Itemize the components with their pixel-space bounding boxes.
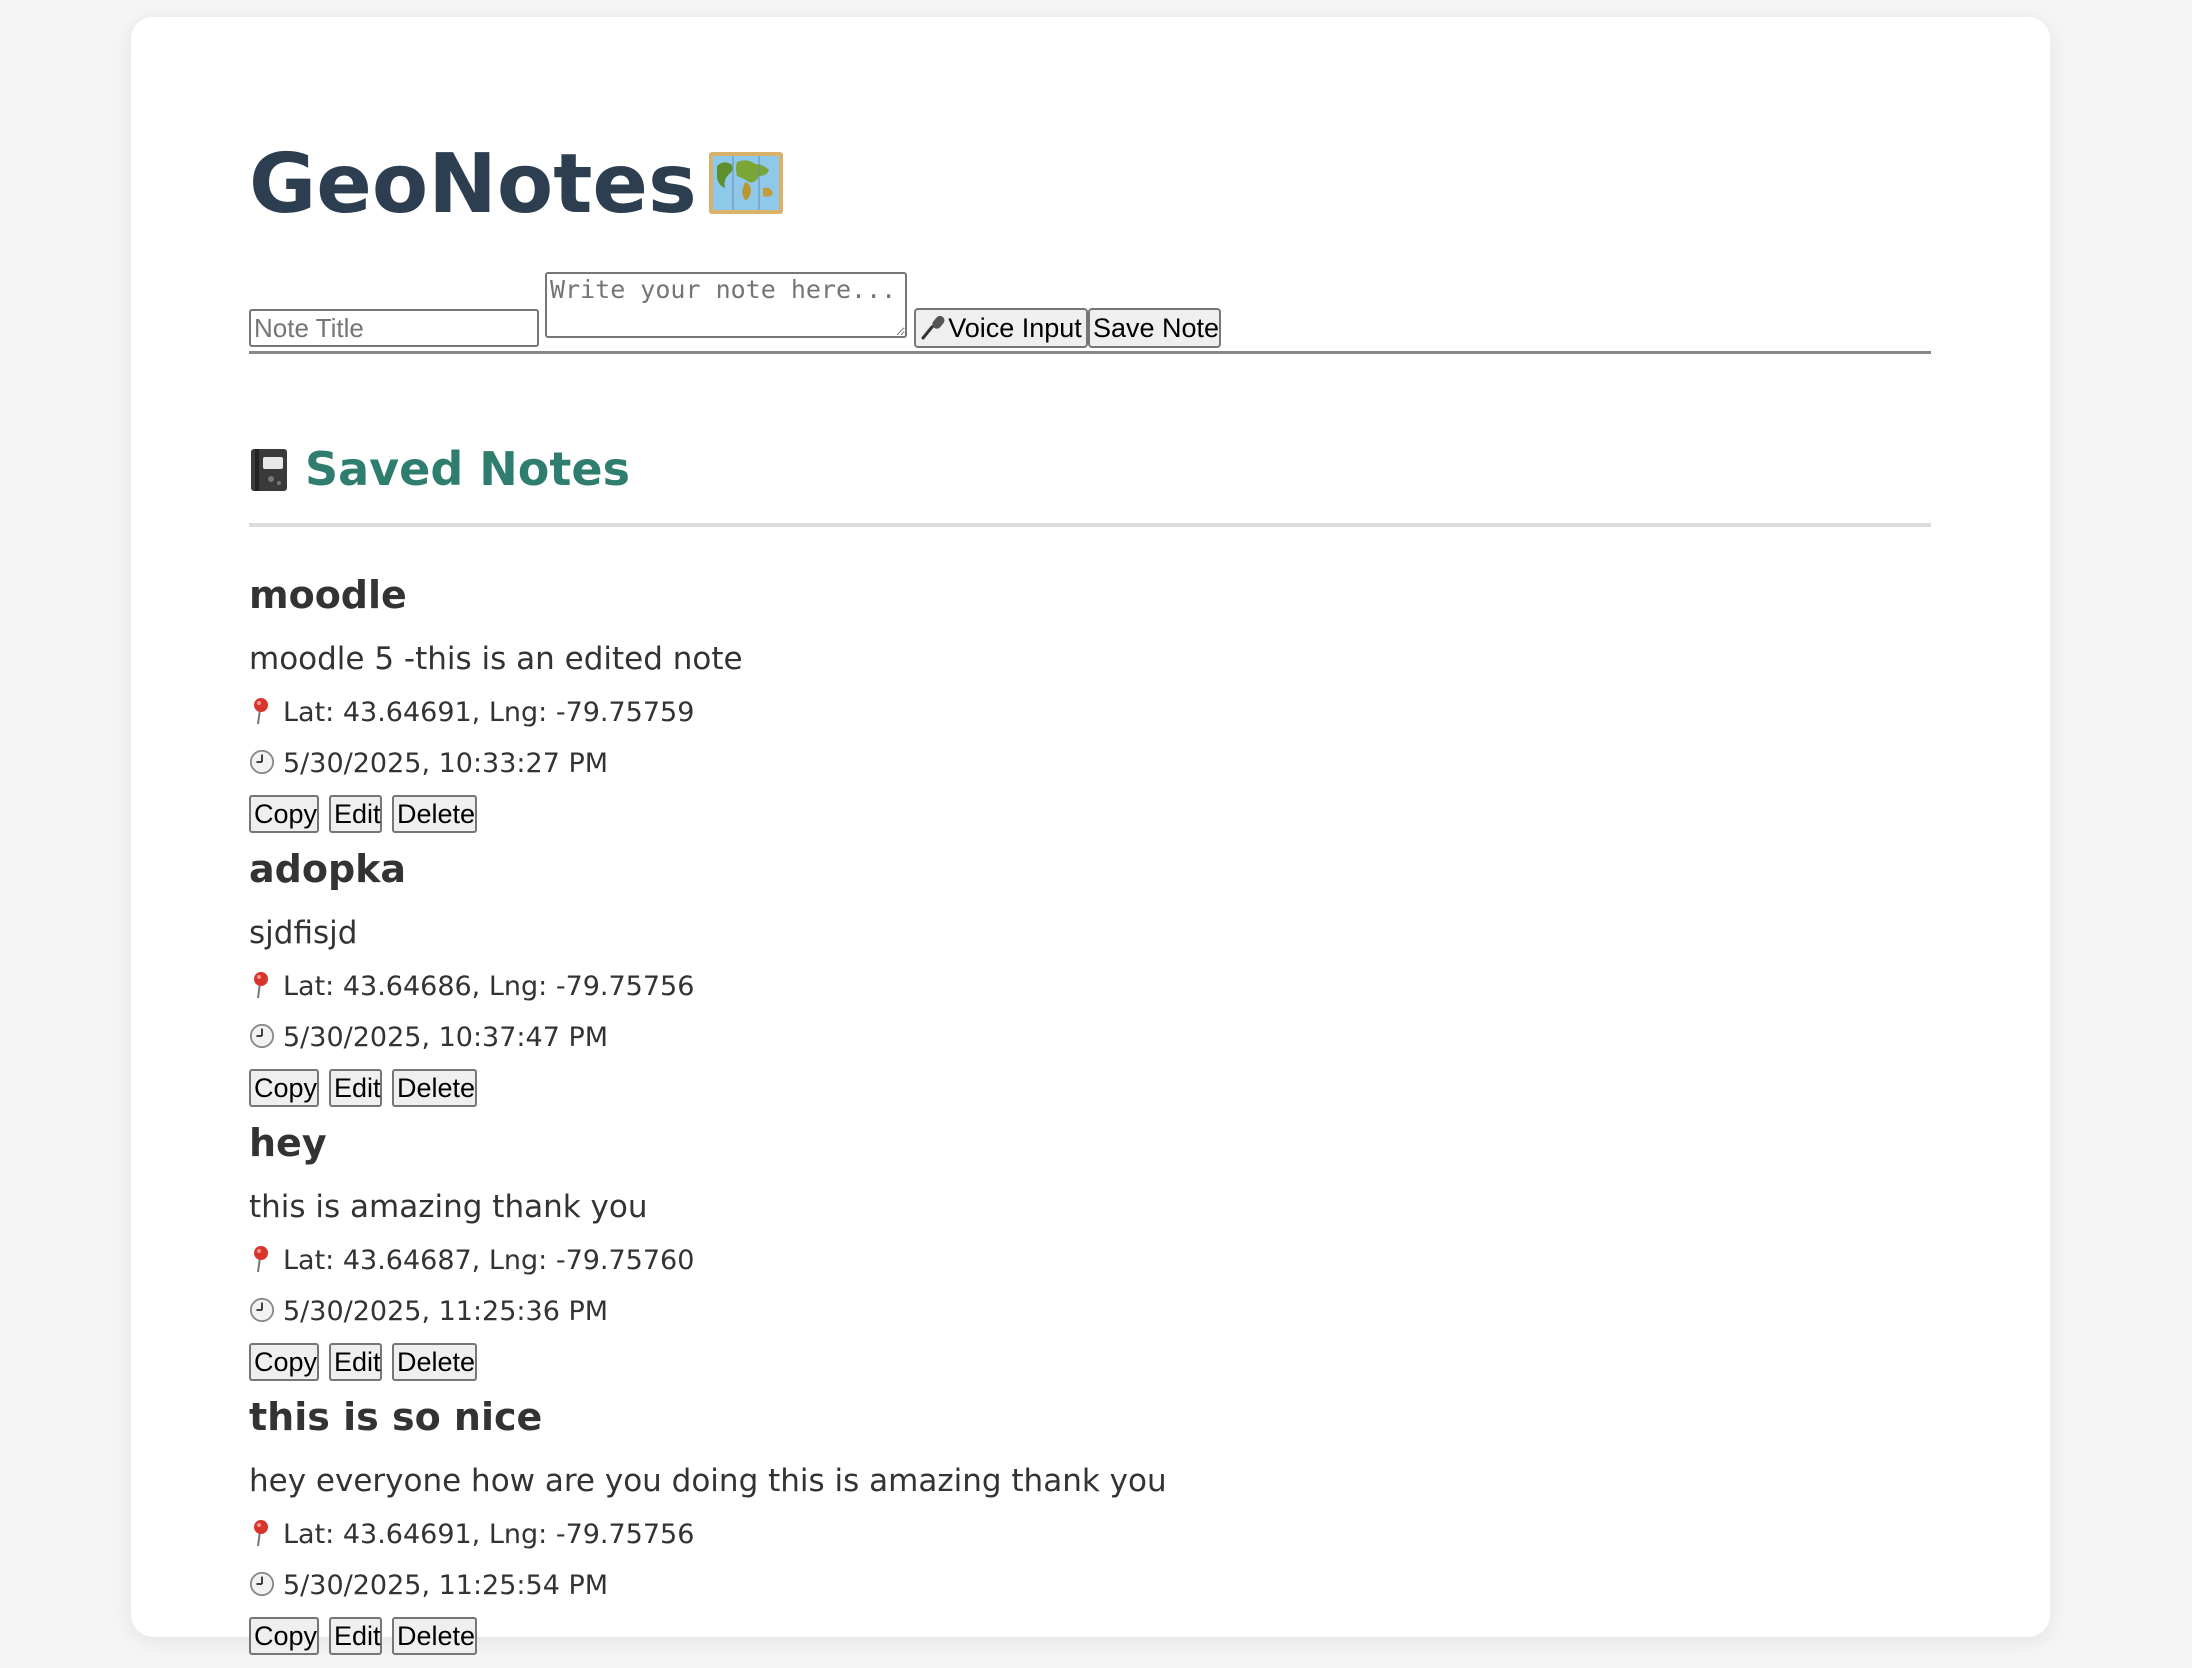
note-content: sjdfisjd (249, 915, 358, 951)
edit-note-button[interactable]: Edit (329, 795, 382, 833)
note-timestamp: 5/30/2025, 11:25:36 PM (249, 1295, 608, 1329)
edit-note-button[interactable]: Edit (329, 1069, 382, 1107)
note-item: this is so nice hey everyone how are you… (249, 1394, 1931, 1668)
note-location: Lat: 43.64686, Lng: -79.75756 (249, 970, 694, 1004)
edit-note-button[interactable]: Edit (329, 1343, 382, 1381)
note-location: Lat: 43.64691, Lng: -79.75759 (249, 696, 694, 730)
round-pushpin-icon (254, 698, 268, 725)
note-location-text: Lat: 43.64691, Lng: -79.75759 (283, 697, 695, 728)
saved-notes-heading: Saved Notes (249, 437, 630, 501)
note-content-textarea[interactable] (545, 272, 907, 338)
note-timestamp: 5/30/2025, 11:25:54 PM (249, 1569, 608, 1603)
app-card: GeoNotes Voice Input Save Note (131, 17, 2050, 1655)
edit-note-button[interactable]: Edit (329, 1617, 382, 1655)
note-location-text: Lat: 43.64691, Lng: -79.75756 (283, 1519, 695, 1550)
note-content: moodle 5 -this is an edited note (249, 641, 743, 677)
note-location-text: Lat: 43.64687, Lng: -79.75760 (283, 1245, 695, 1276)
note-title: hey (249, 1121, 327, 1165)
clock-icon (249, 1571, 275, 1597)
note-content: this is amazing thank you (249, 1189, 648, 1225)
note-actions: Copy Edit Delete (249, 1617, 649, 1655)
delete-note-button[interactable]: Delete (392, 1343, 477, 1381)
delete-note-button[interactable]: Delete (392, 1617, 477, 1655)
note-content: hey everyone how are you doing this is a… (249, 1463, 1167, 1499)
notebook-icon (251, 449, 287, 491)
clock-icon (249, 749, 275, 775)
round-pushpin-icon (254, 972, 268, 999)
copy-note-button[interactable]: Copy (249, 1069, 319, 1107)
note-form: Voice Input Save Note (249, 253, 1931, 354)
note-actions: Copy Edit Delete (249, 1069, 649, 1107)
save-note-button[interactable]: Save Note (1088, 308, 1221, 348)
copy-note-button[interactable]: Copy (249, 1617, 319, 1655)
note-actions: Copy Edit Delete (249, 1343, 649, 1381)
note-timestamp-text: 5/30/2025, 11:25:54 PM (283, 1570, 609, 1601)
saved-notes-header: Saved Notes (249, 437, 1931, 527)
note-timestamp-text: 5/30/2025, 11:25:36 PM (283, 1296, 609, 1327)
note-timestamp: 5/30/2025, 10:33:27 PM (249, 747, 608, 781)
note-item: moodle moodle 5 -this is an edited note … (249, 572, 1931, 846)
voice-input-label: Voice Input (948, 312, 1082, 343)
note-location-text: Lat: 43.64686, Lng: -79.75756 (283, 971, 695, 1002)
microphone-icon (921, 315, 945, 339)
note-title-input[interactable] (249, 309, 539, 347)
page-title-text: GeoNotes (249, 137, 697, 232)
copy-note-button[interactable]: Copy (249, 1343, 319, 1381)
note-timestamp-text: 5/30/2025, 10:37:47 PM (283, 1022, 609, 1053)
note-location: Lat: 43.64691, Lng: -79.75756 (249, 1518, 694, 1552)
clock-icon (249, 1023, 275, 1049)
world-map-icon (708, 152, 783, 214)
note-location: Lat: 43.64687, Lng: -79.75760 (249, 1244, 694, 1278)
note-timestamp-text: 5/30/2025, 10:33:27 PM (283, 748, 609, 779)
delete-note-button[interactable]: Delete (392, 795, 477, 833)
round-pushpin-icon (254, 1520, 268, 1547)
note-timestamp: 5/30/2025, 10:37:47 PM (249, 1021, 608, 1055)
saved-notes-heading-text: Saved Notes (305, 442, 630, 496)
page-title: GeoNotes (249, 135, 785, 235)
delete-note-button[interactable]: Delete (392, 1069, 477, 1107)
note-title: this is so nice (249, 1395, 543, 1439)
note-title: adopka (249, 847, 407, 891)
clock-icon (249, 1297, 275, 1323)
note-item: adopka sjdfisjd Lat: 43.64686, Lng: -79.… (249, 846, 1931, 1120)
round-pushpin-icon (254, 1246, 268, 1273)
voice-input-button[interactable]: Voice Input (914, 308, 1088, 348)
note-item: hey this is amazing thank you Lat: 43.64… (249, 1120, 1931, 1394)
note-title: moodle (249, 573, 407, 617)
note-actions: Copy Edit Delete (249, 795, 649, 833)
copy-note-button[interactable]: Copy (249, 795, 319, 833)
